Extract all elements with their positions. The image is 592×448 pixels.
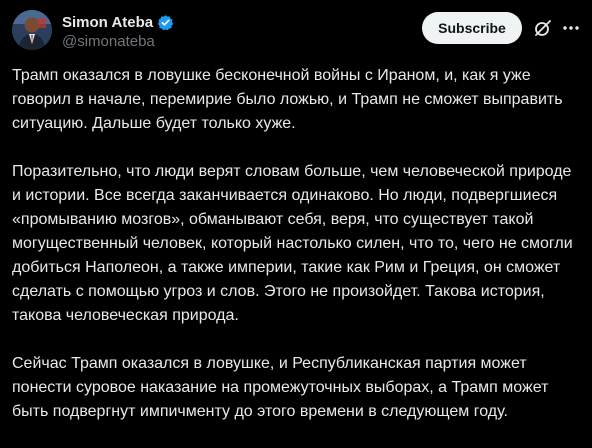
- display-name-row: Simon Ateba: [62, 12, 174, 32]
- avatar-image: [12, 10, 52, 50]
- post-card: Simon Ateba @simonateba Subscribe Трамп …: [0, 0, 592, 436]
- post-paragraph-3: Сейчас Трамп оказался в ловушке, и Респу…: [12, 355, 549, 420]
- verified-badge-icon: [157, 14, 174, 31]
- grok-icon[interactable]: [533, 18, 553, 38]
- post-text: Трамп оказался в ловушке бесконечной вой…: [12, 64, 584, 448]
- post-header: Simon Ateba @simonateba Subscribe: [12, 10, 580, 54]
- handle[interactable]: @simonateba: [62, 33, 174, 50]
- more-options-icon[interactable]: [561, 18, 581, 38]
- subscribe-button[interactable]: Subscribe: [422, 12, 522, 44]
- post-paragraph-1: Трамп оказался в ловушке бесконечной вой…: [12, 67, 563, 132]
- display-name[interactable]: Simon Ateba: [62, 14, 153, 31]
- post-paragraph-2: Поразительно, что люди верят словам боль…: [12, 163, 573, 324]
- author-names: Simon Ateba @simonateba: [62, 12, 174, 50]
- avatar[interactable]: [12, 10, 52, 50]
